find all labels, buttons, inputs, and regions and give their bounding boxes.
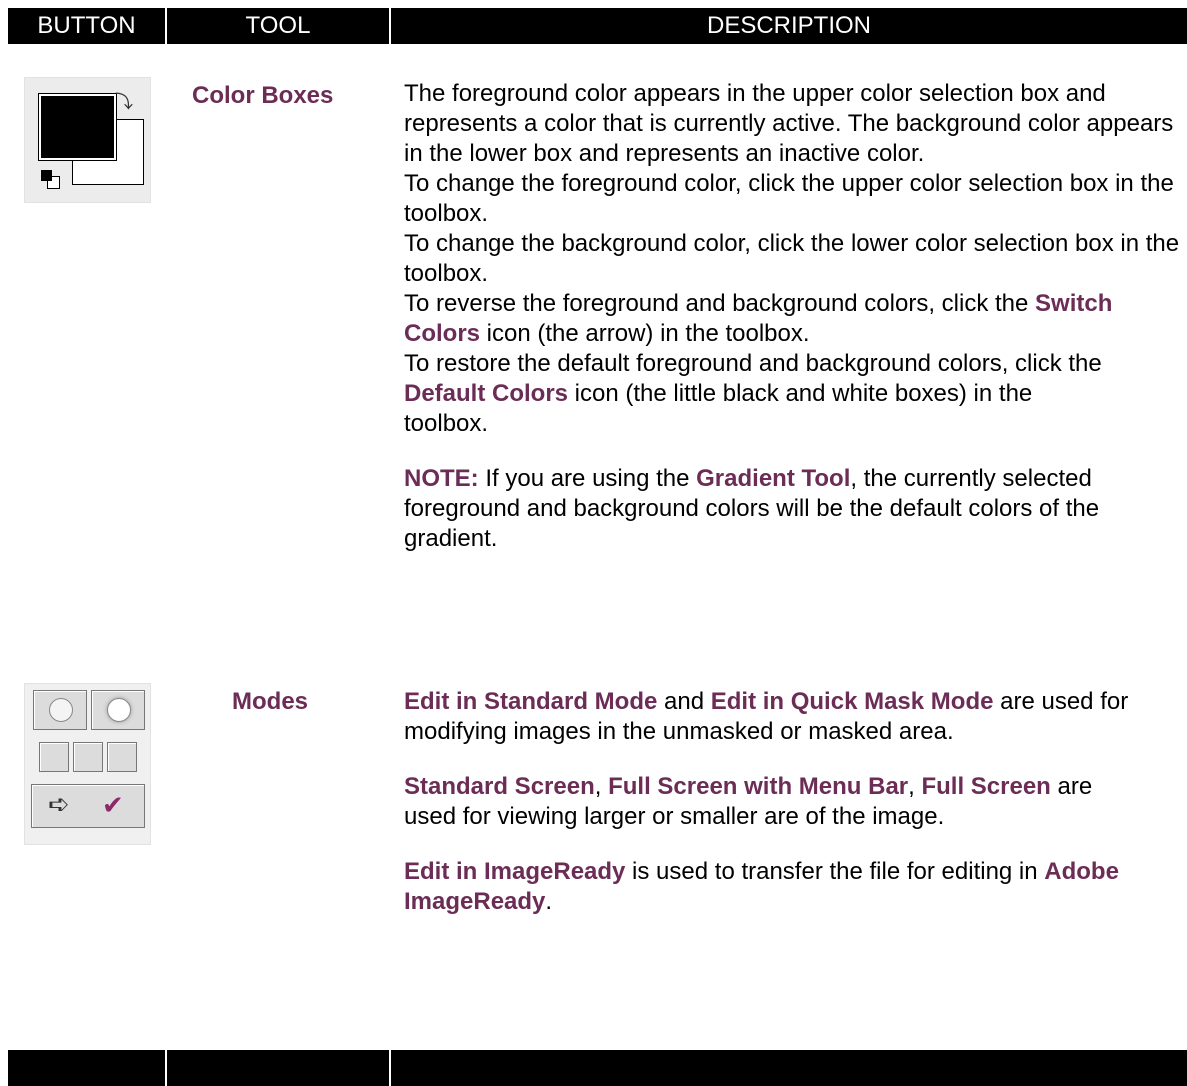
desc-paragraph: Edit in Standard Mode and Edit in Quick … (404, 687, 1164, 747)
note-paragraph: NOTE: If you are using the Gradient Tool… (404, 464, 1144, 554)
desc-paragraph: To restore the default foreground and ba… (404, 349, 1104, 439)
quick-mask-mode-icon (91, 690, 145, 730)
full-screen-menu-bar-icon (73, 742, 103, 772)
switch-colors-icon: ⤵ (115, 92, 133, 113)
foreground-color-box (38, 93, 117, 161)
header-tool: TOOL (245, 12, 311, 39)
header-button: BUTTON (37, 12, 136, 39)
footer-divider (165, 1050, 167, 1086)
full-screen-icon (107, 742, 137, 772)
term-standard-screen: Standard Screen (404, 773, 595, 800)
tool-name-color-boxes: Color Boxes (192, 82, 334, 109)
term-edit-in-imageready: Edit in ImageReady (404, 858, 626, 885)
desc-text: icon (the arrow) in the toolbox. (480, 320, 810, 347)
term-gradient-tool: Gradient Tool (696, 465, 851, 492)
desc-paragraph: To change the foreground color, click th… (404, 170, 1174, 227)
description-color-boxes: The foreground color appears in the uppe… (404, 79, 1184, 554)
table-footer-bar (8, 1050, 1187, 1086)
tool-name-modes: Modes (232, 688, 309, 715)
standard-mode-icon (33, 690, 87, 730)
desc-paragraph: Edit in ImageReady is used to transfer t… (404, 857, 1164, 917)
desc-text: If you are using the (478, 465, 697, 492)
term-edit-standard-mode: Edit in Standard Mode (404, 688, 658, 715)
desc-paragraph: To change the background color, click th… (404, 230, 1180, 287)
standard-screen-icon (39, 742, 69, 772)
default-colors-black-box (41, 170, 52, 181)
desc-text: is used to transfer the file for editing… (625, 858, 1045, 885)
header-description: DESCRIPTION (706, 12, 871, 39)
footer-divider (389, 1050, 391, 1086)
term-full-screen: Full Screen (921, 773, 1051, 800)
note-label: NOTE: (404, 465, 479, 492)
term-edit-quick-mask-mode: Edit in Quick Mask Mode (710, 688, 994, 715)
color-boxes-icon: ⤵ (24, 77, 151, 203)
description-modes: Edit in Standard Mode and Edit in Quick … (404, 687, 1164, 917)
desc-text: To reverse the foreground and background… (404, 290, 1036, 317)
desc-text: , (594, 773, 609, 800)
desc-paragraph: Standard Screen, Full Screen with Menu B… (404, 772, 1104, 832)
desc-text: To restore the default foreground and ba… (404, 350, 1102, 377)
desc-paragraph: The foreground color appears in the uppe… (404, 80, 1174, 167)
edit-in-imageready-icon: ➪ ✔ (31, 784, 145, 828)
table-header: BUTTON TOOL DESCRIPTION (8, 8, 1187, 44)
desc-paragraph: To reverse the foreground and background… (404, 289, 1184, 349)
desc-text: and (657, 688, 711, 715)
modes-icon: ➪ ✔ (24, 683, 151, 845)
term-full-screen-menu-bar: Full Screen with Menu Bar (608, 773, 909, 800)
desc-text: , (908, 773, 922, 800)
desc-text: . (545, 888, 553, 915)
term-default-colors: Default Colors (404, 380, 569, 407)
